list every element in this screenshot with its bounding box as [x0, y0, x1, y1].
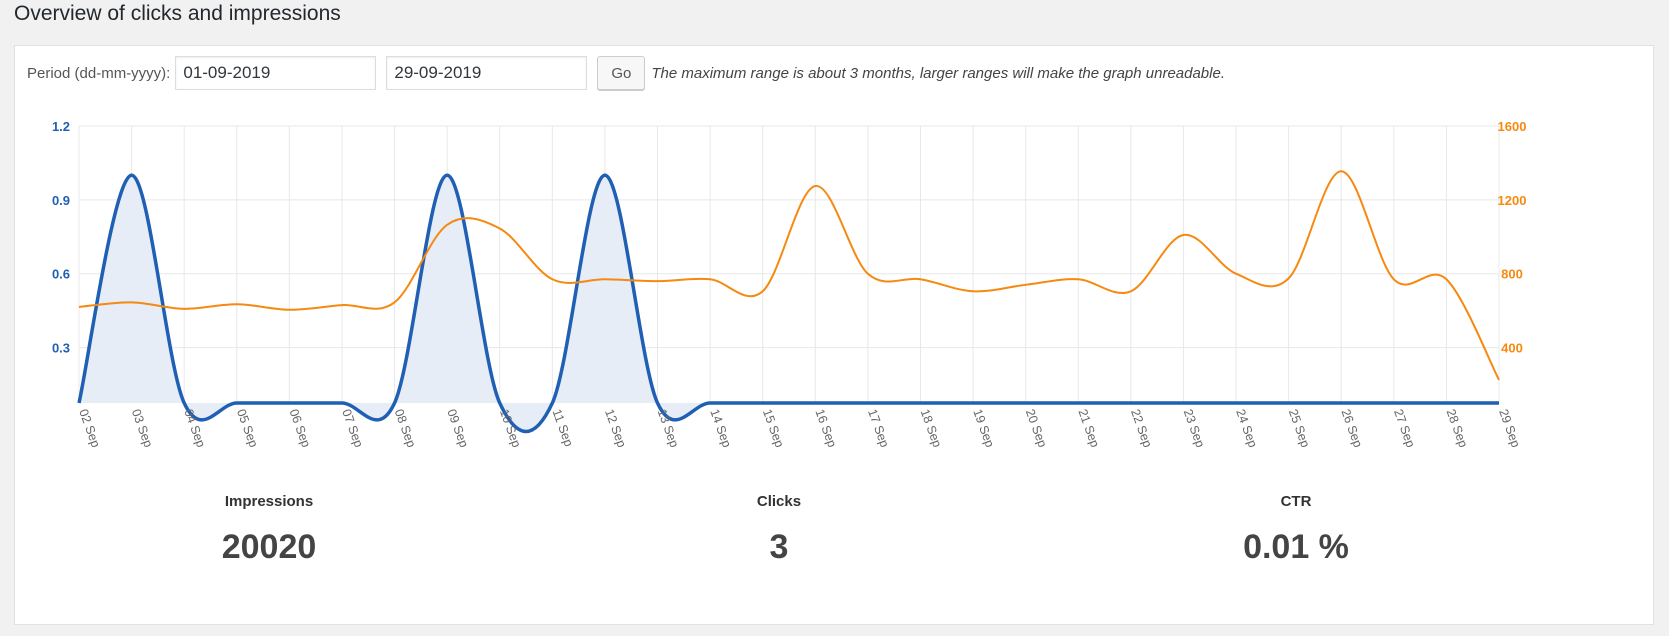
- x-tick-label: 20 Sep: [1023, 407, 1050, 449]
- x-tick-label: 12 Sep: [602, 407, 629, 449]
- x-tick-label: 21 Sep: [1075, 407, 1102, 449]
- clicks-area: [79, 175, 1499, 432]
- x-tick-label: 25 Sep: [1286, 407, 1313, 449]
- x-tick-label: 02 Sep: [76, 407, 103, 449]
- y-right-tick-label: 800: [1501, 267, 1523, 282]
- x-tick-label: 22 Sep: [1128, 407, 1155, 449]
- x-tick-label: 27 Sep: [1391, 407, 1418, 449]
- y-left-tick-label: 0.3: [52, 341, 70, 356]
- x-tick-label: 19 Sep: [970, 407, 997, 449]
- x-tick-label: 17 Sep: [865, 407, 892, 449]
- x-tick-label: 03 Sep: [129, 407, 156, 449]
- y-right-tick-label: 400: [1501, 341, 1523, 356]
- x-tick-label: 14 Sep: [707, 407, 734, 449]
- x-tick-label: 24 Sep: [1233, 407, 1260, 449]
- x-tick-label: 29 Sep: [1496, 407, 1523, 449]
- x-tick-label: 15 Sep: [760, 407, 787, 449]
- clicks-stat: Clicks 3: [629, 493, 929, 567]
- y-left-tick-label: 0.6: [52, 267, 70, 282]
- x-tick-label: 05 Sep: [234, 407, 261, 449]
- x-tick-label: 09 Sep: [444, 407, 471, 449]
- impressions-value: 20020: [221, 528, 317, 566]
- ctr-value: 0.01 %: [1243, 528, 1349, 566]
- x-tick-label: 08 Sep: [392, 407, 419, 449]
- stats-panel: Period (dd-mm-yyyy): Go The maximum rang…: [14, 45, 1654, 625]
- impressions-label: Impressions: [224, 493, 314, 510]
- x-tick-label: 23 Sep: [1181, 407, 1208, 449]
- ctr-stat: CTR 0.01 %: [1146, 493, 1446, 567]
- page-title: Overview of clicks and impressions: [14, 2, 341, 25]
- x-tick-label: 28 Sep: [1444, 407, 1471, 449]
- x-tick-label: 06 Sep: [287, 407, 314, 449]
- x-tick-label: 26 Sep: [1338, 407, 1365, 449]
- chart-grid: [78, 125, 1500, 403]
- clicks-label: Clicks: [756, 493, 802, 510]
- x-tick-label: 16 Sep: [812, 407, 839, 449]
- ctr-label: CTR: [1280, 493, 1312, 510]
- impressions-stat: Impressions 20020: [119, 493, 419, 567]
- clicks-impressions-chart: 0.30.60.91.24008001200160002 Sep 03 Sep 04…: [52, 119, 1527, 449]
- impressions-line: [78, 170, 1500, 381]
- y-left-tick-label: 0.9: [52, 193, 70, 208]
- y-right-tick-label: 1200: [1498, 193, 1527, 208]
- x-tick-label: 18 Sep: [918, 407, 945, 449]
- clicks-line: [77, 173, 1499, 433]
- y-right-tick-label: 1600: [1498, 119, 1527, 134]
- y-left-tick-label: 1.2: [52, 119, 70, 134]
- x-tick-label: 11 Sep: [550, 407, 576, 448]
- clicks-value: 3: [769, 528, 789, 566]
